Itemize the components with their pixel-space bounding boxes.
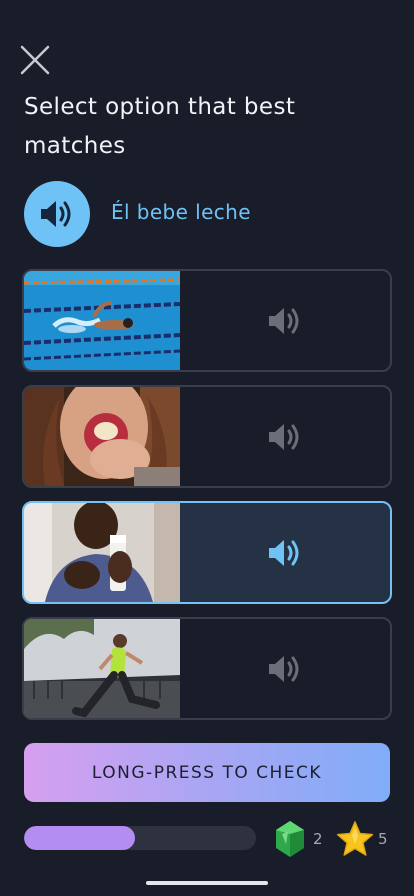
star-icon [336, 821, 374, 856]
home-indicator [146, 881, 268, 885]
option-eating-apple[interactable] [22, 385, 392, 488]
option-audio[interactable] [180, 271, 390, 370]
swimming-image [24, 271, 180, 370]
option-audio[interactable] [180, 503, 390, 602]
star-count: 5 [378, 830, 388, 848]
option-swimming[interactable] [22, 269, 392, 372]
close-icon [20, 45, 50, 75]
play-audio-button[interactable] [24, 181, 90, 247]
progress-fill [24, 826, 136, 850]
running-image [24, 619, 180, 718]
drinking-milk-image [24, 503, 180, 602]
option-audio[interactable] [180, 387, 390, 486]
option-audio[interactable] [180, 619, 390, 718]
speaker-icon [41, 201, 71, 227]
eating-apple-image [24, 387, 180, 486]
gem-icon [276, 821, 304, 857]
close-button[interactable] [17, 42, 53, 78]
target-phrase: Él bebe leche [111, 200, 251, 224]
check-button[interactable]: LONG-PRESS TO CHECK [24, 743, 390, 802]
option-running[interactable] [22, 617, 392, 720]
speaker-icon [269, 655, 299, 682]
speaker-icon [269, 307, 299, 334]
option-drinking-milk[interactable] [22, 501, 392, 604]
prompt-title: Select option that best matches [24, 94, 296, 159]
speaker-icon [269, 423, 299, 450]
speaker-icon [269, 539, 299, 566]
gem-count: 2 [313, 830, 323, 848]
progress-bar [24, 826, 256, 850]
